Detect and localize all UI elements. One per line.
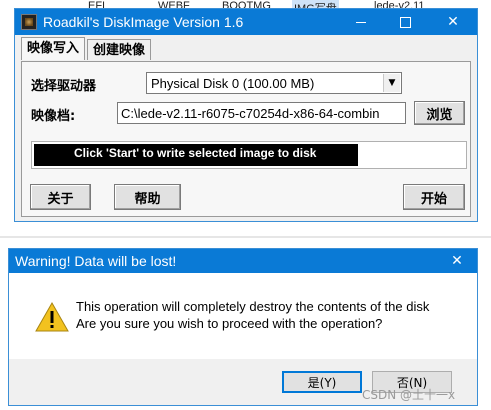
window-title: Roadkil's DiskImage Version 1.6 (43, 14, 244, 30)
help-button[interactable]: 帮助 (114, 184, 181, 210)
progress-message: Click 'Start' to write selected image to… (74, 146, 317, 160)
start-button[interactable]: 开始 (403, 184, 465, 210)
warning-message-line1: This operation will completely destroy t… (76, 299, 430, 314)
separator (0, 236, 491, 238)
tab-create-image[interactable]: 创建映像 (87, 39, 152, 60)
watermark: CSDN @土十一x (362, 388, 456, 402)
about-button[interactable]: 关于 (30, 184, 91, 210)
app-icon (21, 14, 37, 30)
dialog-close-button[interactable]: ✕ (437, 249, 477, 273)
dialog-title: Warning! Data will be lost! (15, 253, 177, 269)
drive-select-value: Physical Disk 0 (100.00 MB) (151, 76, 315, 91)
drive-select[interactable]: Physical Disk 0 (100.00 MB) ▼ (146, 72, 402, 94)
tab-strip: 映像写入 创建映像 (21, 37, 153, 61)
drive-label: 选择驱动器 (31, 79, 97, 94)
browse-button[interactable]: 浏览 (414, 101, 465, 125)
warning-triangle-icon (35, 301, 69, 332)
minimize-button[interactable] (339, 9, 383, 35)
close-icon: ✕ (447, 14, 459, 30)
warning-dialog: Warning! Data will be lost! ✕ This opera… (8, 248, 478, 406)
title-bar[interactable]: Roadkil's DiskImage Version 1.6 ✕ (15, 9, 477, 35)
dialog-title-bar[interactable]: Warning! Data will be lost! ✕ (9, 249, 477, 273)
image-path-field[interactable]: C:\lede-v2.11-r6075-c70254d-x86-64-combi… (117, 102, 406, 124)
maximize-button[interactable] (383, 9, 427, 35)
close-button[interactable]: ✕ (431, 9, 475, 35)
image-file-label: 映像档: (31, 109, 76, 124)
warning-message-line2: Are you sure you wish to proceed with th… (76, 316, 383, 331)
tab-write-image[interactable]: 映像写入 (21, 37, 86, 60)
chevron-down-icon[interactable]: ▼ (383, 74, 400, 92)
yes-button[interactable]: 是(Y) (282, 371, 362, 393)
diskimage-window: Roadkil's DiskImage Version 1.6 ✕ 映像写入 创… (14, 8, 478, 222)
minimize-icon (356, 21, 366, 23)
image-path-value: C:\lede-v2.11-r6075-c70254d-x86-64-combi… (121, 106, 380, 121)
close-icon: ✕ (451, 253, 463, 269)
write-image-panel: 选择驱动器 Physical Disk 0 (100.00 MB) ▼ 映像档:… (21, 61, 471, 217)
maximize-icon (399, 16, 411, 28)
progress-bar: Click 'Start' to write selected image to… (31, 141, 467, 169)
